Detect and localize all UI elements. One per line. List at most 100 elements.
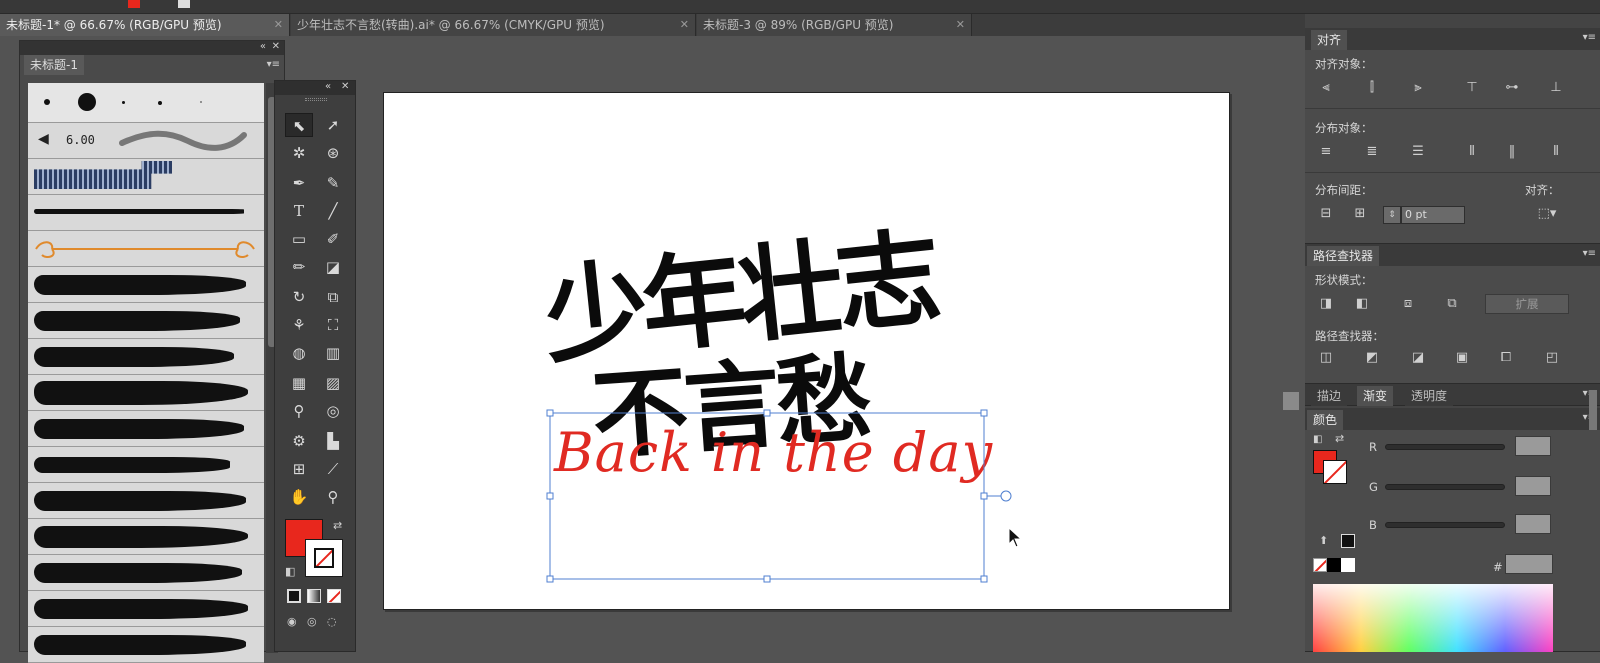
brush-row-ink-8[interactable]: [28, 519, 264, 555]
spacing-stepper-icon[interactable]: ⇕: [1383, 206, 1401, 224]
stroke-color-swatch[interactable]: [305, 539, 343, 577]
type-tool-icon[interactable]: T: [285, 199, 313, 223]
rectangle-tool-icon[interactable]: ▭: [285, 227, 313, 251]
brush-dot[interactable]: [78, 93, 96, 111]
zoom-tool-icon[interactable]: ⚲: [319, 485, 347, 509]
pencil-tool-icon[interactable]: ✏: [285, 255, 313, 279]
draw-behind-icon[interactable]: ◎: [307, 615, 317, 628]
swap-colors-icon[interactable]: ⇄: [1335, 432, 1344, 445]
swap-colors-icon[interactable]: ⇄: [333, 519, 342, 532]
brush-row-thin[interactable]: [28, 195, 264, 231]
brush-dot[interactable]: [122, 101, 125, 104]
spacing-input[interactable]: 0 pt: [1401, 206, 1465, 224]
lasso-tool-icon[interactable]: ⊛: [319, 141, 347, 165]
g-slider[interactable]: [1385, 484, 1505, 490]
tab-document-2[interactable]: 少年壮志不言愁(转曲).ai* @ 66.67% (CMYK/GPU 预览) ✕: [291, 14, 696, 36]
symbol-sprayer-tool-icon[interactable]: ⚙: [285, 429, 313, 453]
eyedropper-tool-icon[interactable]: ⚲: [285, 399, 313, 423]
close-icon[interactable]: ✕: [272, 41, 280, 52]
brush-dot[interactable]: [158, 101, 162, 105]
tab-document-3[interactable]: 未标题-3 @ 89% (RGB/GPU 预览) ✕: [697, 14, 972, 36]
tab-document-1[interactable]: 未标题-1* @ 66.67% (RGB/GPU 预览) ✕: [0, 14, 290, 36]
brush-row-ink-6[interactable]: [28, 447, 264, 483]
hex-input[interactable]: [1505, 554, 1553, 574]
black-swatch[interactable]: [1327, 558, 1341, 572]
stroke-color-swatch[interactable]: [1323, 460, 1347, 484]
align-top-icon[interactable]: ⊤: [1461, 78, 1483, 98]
mesh-tool-icon[interactable]: ▦: [285, 371, 313, 395]
align-to-selection-icon[interactable]: ⬚▾: [1531, 204, 1563, 224]
close-icon[interactable]: ✕: [680, 14, 689, 36]
brush-dot[interactable]: [44, 99, 50, 105]
stroke-swatch-mini[interactable]: [178, 0, 190, 8]
web-safe-swatch[interactable]: [1341, 534, 1355, 548]
close-icon[interactable]: ✕: [341, 81, 349, 92]
scale-tool-icon[interactable]: ⧉: [319, 285, 347, 309]
curvature-tool-icon[interactable]: ✎: [319, 171, 347, 195]
out-of-gamut-icon[interactable]: ⬆: [1319, 534, 1328, 547]
dock-scrollbar[interactable]: [1283, 392, 1299, 410]
panel-menu-icon[interactable]: ▾≡: [1583, 32, 1596, 43]
expand-button[interactable]: 扩展: [1485, 294, 1569, 314]
color-spectrum[interactable]: [1313, 584, 1553, 652]
brush-row-dots[interactable]: [28, 83, 264, 123]
minus-back-icon[interactable]: ◰: [1541, 348, 1563, 368]
brush-row-pattern[interactable]: [28, 159, 264, 195]
panel-menu-icon[interactable]: ▾≡: [267, 59, 280, 70]
g-value-field[interactable]: [1515, 476, 1551, 496]
tab-transparency[interactable]: 透明度: [1405, 386, 1454, 406]
column-graph-tool-icon[interactable]: ▙: [319, 429, 347, 453]
brush-row-calligraphic[interactable]: ◀ 6.00: [28, 123, 264, 159]
tab-brushes-document[interactable]: 未标题-1: [24, 55, 84, 75]
color-mode-icon[interactable]: [287, 589, 301, 603]
align-left-icon[interactable]: ⫷: [1315, 78, 1337, 98]
side-scrollbar[interactable]: [1589, 390, 1597, 430]
tab-color[interactable]: 颜色: [1307, 410, 1344, 430]
brush-row-art-orange[interactable]: [28, 231, 264, 267]
b-slider[interactable]: [1385, 522, 1505, 528]
artboard[interactable]: 少年壮志 不言愁 Back in the day: [383, 92, 1230, 610]
brush-row-ink-3[interactable]: [28, 339, 264, 375]
draw-inside-icon[interactable]: ◌: [327, 615, 337, 628]
blend-tool-icon[interactable]: ◎: [319, 399, 347, 423]
default-colors-icon[interactable]: ◧: [1313, 434, 1322, 445]
tab-align[interactable]: 对齐: [1311, 30, 1348, 50]
brush-row-ink-9[interactable]: [28, 555, 264, 591]
none-swatch[interactable]: [1313, 558, 1327, 572]
brush-row-ink-4[interactable]: [28, 375, 264, 411]
rotate-tool-icon[interactable]: ↻: [285, 285, 313, 309]
direct-selection-tool-icon[interactable]: ➚: [319, 113, 347, 137]
distribute-top-icon[interactable]: ≡: [1315, 142, 1337, 162]
brush-row-ink-1[interactable]: [28, 267, 264, 303]
distribute-bottom-icon[interactable]: ☰: [1407, 142, 1429, 162]
magic-wand-tool-icon[interactable]: ✲: [285, 141, 313, 165]
tab-stroke[interactable]: 描边: [1311, 386, 1348, 406]
align-right-icon[interactable]: ⫸: [1407, 78, 1429, 98]
width-tool-icon[interactable]: ⚘: [285, 313, 313, 337]
brush-list[interactable]: ◀ 6.00: [28, 83, 264, 663]
trim-icon[interactable]: ◩: [1361, 348, 1383, 368]
distribute-spacing-h-icon[interactable]: ⊞: [1349, 204, 1371, 224]
brush-row-ink-5[interactable]: [28, 411, 264, 447]
collapse-icon[interactable]: «: [325, 81, 331, 92]
none-mode-icon[interactable]: [327, 589, 341, 603]
close-icon[interactable]: ✕: [956, 14, 965, 36]
tab-pathfinder[interactable]: 路径查找器: [1307, 246, 1380, 266]
brush-row-ink-2[interactable]: [28, 303, 264, 339]
r-value-field[interactable]: [1515, 436, 1551, 456]
brush-dot[interactable]: [200, 101, 202, 103]
tab-gradient[interactable]: 渐变: [1357, 386, 1394, 406]
distribute-center-v-icon[interactable]: ≣: [1361, 142, 1383, 162]
fill-swatch-mini[interactable]: [128, 0, 140, 8]
outline-icon[interactable]: ⧠: [1495, 348, 1517, 368]
merge-icon[interactable]: ◪: [1407, 348, 1429, 368]
b-value-field[interactable]: [1515, 514, 1551, 534]
align-center-v-icon[interactable]: ⊶: [1501, 78, 1523, 98]
shape-builder-tool-icon[interactable]: ◍: [285, 341, 313, 365]
distribute-right-icon[interactable]: ⫴: [1545, 142, 1567, 162]
eraser-tool-icon[interactable]: ◪: [319, 255, 347, 279]
distribute-center-h-icon[interactable]: ‖: [1501, 142, 1523, 162]
brush-row-ink-10[interactable]: [28, 591, 264, 627]
distribute-left-icon[interactable]: ⦀: [1461, 142, 1483, 162]
free-transform-tool-icon[interactable]: ⛶: [319, 313, 347, 337]
